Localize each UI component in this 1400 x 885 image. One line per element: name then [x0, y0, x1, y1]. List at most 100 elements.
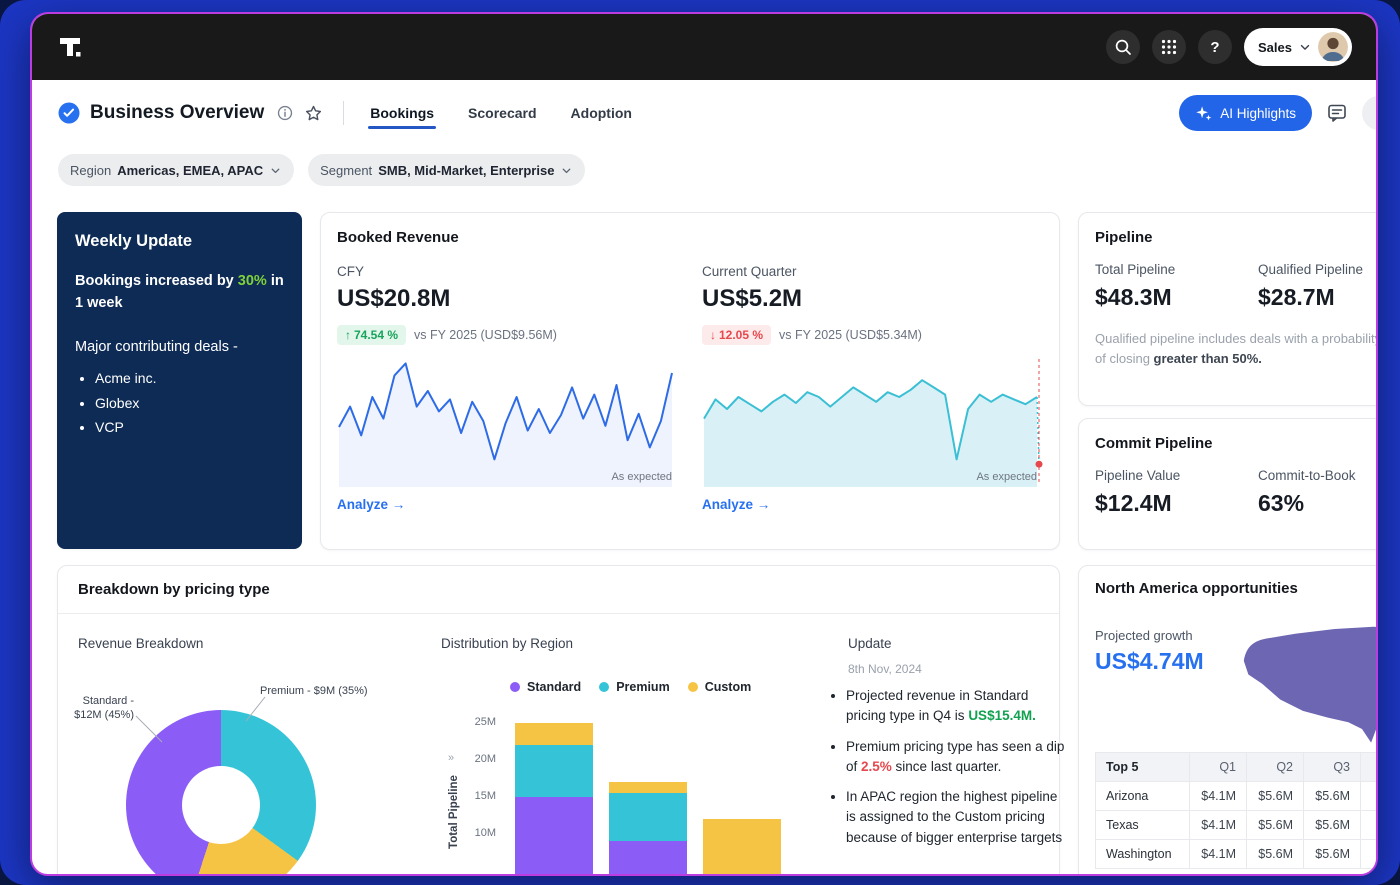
current-quarter-delta-row: ↓12.05 % vs FY 2025 (USD$5.34M) [702, 325, 1043, 345]
arrow-up-icon: ↑ [345, 328, 351, 342]
update-bullet: Projected revenue in Standard pricing ty… [846, 686, 1070, 727]
qualified-pipeline-label: Qualified Pipeline [1258, 262, 1378, 277]
y-tick: 15M [454, 790, 496, 802]
col-q2: Q2 [1247, 753, 1304, 782]
update-bullet-list: Projected revenue in Standard pricing ty… [830, 686, 1070, 858]
cfy-column: CFY US$20.8M ↑74.54 % vs FY 2025 (USD$9.… [337, 264, 678, 514]
verified-badge-icon [58, 102, 80, 124]
clipped-edge-button[interactable] [1362, 96, 1378, 130]
search-icon [1113, 37, 1133, 57]
table-row[interactable]: Arizona $4.1M $5.6M $5.6M [1096, 782, 1379, 811]
filter-bar: Region Americas, EMEA, APAC Segment SMB,… [58, 154, 585, 186]
bar-segment-standard [609, 841, 687, 876]
current-quarter-trend-chart[interactable]: As expected [702, 355, 1043, 487]
weekly-update-headline: Bookings increased by 30% in 1 week [75, 271, 284, 315]
sparkle-icon [1195, 105, 1212, 122]
commit-pipeline-metrics: Pipeline Value $12.4M Commit-to-Book 63% [1095, 468, 1378, 517]
table-header-row: Top 5 Q1 Q2 Q3 [1096, 753, 1379, 782]
stacked-bar[interactable] [609, 782, 687, 876]
app-window: ? Sales [30, 12, 1378, 876]
apps-grid-icon [1160, 38, 1178, 56]
table-row[interactable]: Washington $4.1M $5.6M $5.6M [1096, 840, 1379, 869]
ai-highlights-button[interactable]: AI Highlights [1179, 95, 1312, 131]
total-pipeline-value: $48.3M [1095, 284, 1258, 311]
pricing-breakdown-header: Breakdown by pricing type [58, 566, 1059, 614]
distribution-stacked-bar-chart[interactable] [515, 723, 781, 876]
user-avatar [1318, 32, 1348, 62]
brand-logo[interactable] [56, 33, 84, 61]
pipeline-value-label: Pipeline Value [1095, 468, 1258, 483]
standard-slice-label: Standard - $12M (45%) [58, 694, 134, 723]
top5-table: Top 5 Q1 Q2 Q3 Arizona $4.1M $5.6M $5.6M [1095, 752, 1378, 869]
pipeline-title: Pipeline [1095, 229, 1378, 246]
cfy-trend-chart[interactable]: As expected [337, 355, 678, 487]
legend-item-premium[interactable]: Premium [599, 680, 670, 694]
chevron-down-icon [560, 164, 573, 177]
deal-item: VCP [95, 415, 284, 440]
revenue-breakdown-donut-chart[interactable] [126, 710, 316, 876]
info-button[interactable] [276, 104, 294, 122]
tab-bookings[interactable]: Bookings [368, 84, 436, 142]
pricing-breakdown-card: Breakdown by pricing type Revenue Breakd… [57, 565, 1060, 876]
tab-adoption[interactable]: Adoption [569, 84, 634, 142]
positive-highlight: US$15.4M. [968, 708, 1036, 723]
us-map[interactable] [1237, 612, 1378, 762]
apps-grid-button[interactable] [1152, 30, 1186, 64]
top-navbar: ? Sales [32, 14, 1376, 80]
chevron-down-icon [1298, 40, 1312, 54]
pipeline-value-value: $12.4M [1095, 490, 1258, 517]
favorite-button[interactable] [304, 104, 323, 123]
premium-slice-label: Premium - $9M (35%) [260, 684, 368, 698]
page-title: Business Overview [90, 102, 264, 124]
deal-list: Acme inc. Globex VCP [75, 366, 284, 440]
pricing-breakdown-title: Breakdown by pricing type [78, 581, 1039, 598]
bar-segment-standard [515, 797, 593, 876]
search-button[interactable] [1106, 30, 1140, 64]
current-quarter-label: Current Quarter [702, 264, 1043, 279]
pipeline-metrics: Total Pipeline $48.3M Qualified Pipeline… [1095, 262, 1378, 311]
comments-button[interactable] [1326, 102, 1348, 124]
deal-item: Globex [95, 391, 284, 416]
region-filter[interactable]: Region Americas, EMEA, APAC [58, 154, 294, 186]
bar-segment-custom [515, 723, 593, 745]
info-icon [276, 104, 294, 122]
legend-item-standard[interactable]: Standard [510, 680, 581, 694]
tab-scorecard[interactable]: Scorecard [466, 84, 538, 142]
header-actions: AI Highlights [1179, 95, 1350, 131]
col-q3: Q3 [1304, 753, 1361, 782]
bar-segment-custom [609, 782, 687, 793]
legend-dot [599, 682, 609, 692]
avatar-image [1318, 32, 1348, 62]
legend-item-custom[interactable]: Custom [688, 680, 752, 694]
booked-revenue-columns: CFY US$20.8M ↑74.54 % vs FY 2025 (USD$9.… [337, 264, 1043, 514]
help-button[interactable]: ? [1198, 30, 1232, 64]
region-filter-value: Americas, EMEA, APAC [117, 163, 263, 178]
projected-growth-label: Projected growth [1095, 628, 1193, 643]
cfy-annotation: As expected [611, 471, 672, 483]
current-quarter-column: Current Quarter US$5.2M ↓12.05 % vs FY 2… [702, 264, 1043, 514]
current-quarter-analyze-link[interactable]: Analyze → [702, 497, 770, 512]
update-subtitle: Update [848, 636, 892, 651]
stacked-bar[interactable] [703, 819, 781, 876]
projected-growth-value: US$4.74M [1095, 648, 1204, 675]
workspace-switcher[interactable]: Sales [1244, 28, 1352, 66]
arrow-down-icon: ↓ [710, 328, 716, 342]
qualified-pipeline-value: $28.7M [1258, 284, 1378, 311]
cfy-comparison: vs FY 2025 (USD$9.56M) [414, 328, 557, 342]
col-top5: Top 5 [1096, 753, 1190, 782]
table-row[interactable]: Texas $4.1M $5.6M $5.6M [1096, 811, 1379, 840]
update-bullet: In APAC region the highest pipeline is a… [846, 787, 1070, 848]
segment-filter-value: SMB, Mid-Market, Enterprise [378, 163, 554, 178]
segment-filter[interactable]: Segment SMB, Mid-Market, Enterprise [308, 154, 585, 186]
booked-revenue-title: Booked Revenue [337, 229, 1043, 246]
y-tick: 10M [454, 827, 496, 839]
cfy-value: US$20.8M [337, 285, 678, 313]
cfy-analyze-link[interactable]: Analyze → [337, 497, 405, 512]
col-clipped [1361, 753, 1379, 782]
weekly-update-card: Weekly Update Bookings increased by 30% … [57, 212, 302, 549]
region-filter-label: Region [70, 163, 111, 178]
qualified-pipeline-metric: Qualified Pipeline $28.7M [1258, 262, 1378, 311]
y-tick: 25M [454, 716, 496, 728]
update-date: 8th Nov, 2024 [848, 662, 922, 676]
stacked-bar[interactable] [515, 723, 593, 876]
